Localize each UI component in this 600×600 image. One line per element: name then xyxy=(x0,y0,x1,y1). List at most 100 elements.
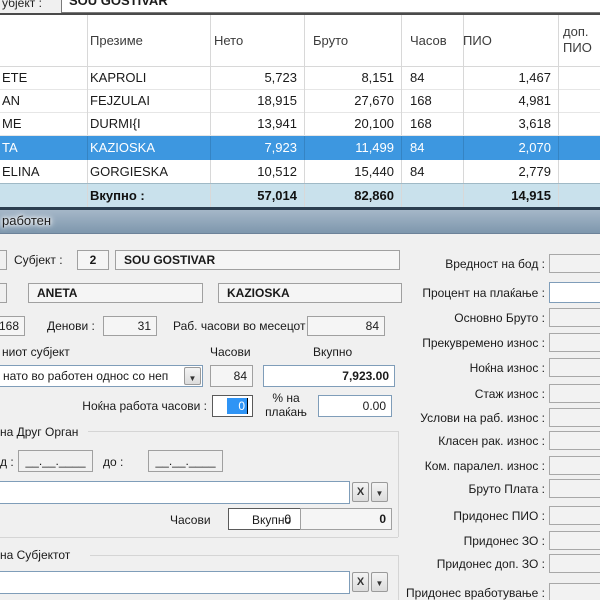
value-field xyxy=(549,506,600,525)
employment-dropdown[interactable]: нато во работен однос со неп xyxy=(0,365,203,387)
cell-surname: DURMI{I xyxy=(85,112,211,135)
field-label: Ноќна износ : xyxy=(360,361,545,375)
cell-bruto: 27,670 xyxy=(305,89,402,112)
cell-neto: 5,723 xyxy=(205,66,305,89)
field-label: Ком. паралел. износ : xyxy=(360,459,545,473)
cell-surname: GORGIESKA xyxy=(85,160,211,183)
field-label: Прекувремено износ : xyxy=(360,336,545,350)
total-pio: 14,915 xyxy=(455,184,559,208)
cell-pio: 4,981 xyxy=(455,89,559,112)
value-field xyxy=(549,479,600,498)
table-row[interactable]: AN FEJZULAI 18,915 27,670 168 4,981 xyxy=(0,89,600,113)
cell-bruto: 15,440 xyxy=(305,160,402,183)
total-header: Вкупно xyxy=(313,345,352,359)
col-pio: ПИО xyxy=(455,15,559,66)
night-hours-label: Ноќна работа часови : xyxy=(40,399,207,413)
value-field xyxy=(549,358,600,377)
to-label: до : xyxy=(103,455,123,469)
payroll-window: убјект : SOU GOSTIVAR Презиме Нето Бруто… xyxy=(0,0,600,600)
field-label: Вредност на бод : xyxy=(360,257,545,271)
cell-pio: 1,467 xyxy=(455,66,559,89)
table-row[interactable]: ME DURMI{I 13,941 20,100 168 3,618 xyxy=(0,112,600,136)
subject-combo[interactable] xyxy=(0,571,350,594)
cell-name: ETE xyxy=(0,66,88,89)
cell-neto: 10,512 xyxy=(205,160,305,183)
selected-text: 0 xyxy=(227,398,248,414)
value-field xyxy=(549,456,600,475)
total-label: Вкупно : xyxy=(85,184,211,208)
value-field xyxy=(549,554,600,573)
hours-header: Часови xyxy=(210,345,251,359)
employment-group-label: ниот субјект xyxy=(2,345,70,359)
value-field xyxy=(549,408,600,427)
cell-dop-pio xyxy=(559,89,600,112)
field-label: Класен рак. износ : xyxy=(360,434,545,448)
work-hours-field: 84 xyxy=(210,365,253,387)
field-label: Придонес доп. ЗО : xyxy=(360,557,545,571)
from-label: д : xyxy=(0,455,14,469)
to-date-input[interactable]: __.__.____ xyxy=(148,450,223,472)
cell-pio: 2,779 xyxy=(455,160,559,183)
from-date-input[interactable]: __.__.____ xyxy=(18,450,93,472)
table-header-row: Презиме Нето Бруто Часов ПИО доп. ПИО xyxy=(0,15,600,67)
days-label: Денови : xyxy=(47,319,95,333)
fund-hours-field: 168 xyxy=(0,316,25,336)
cell-dop-pio xyxy=(559,160,600,183)
cell-name: ELINA xyxy=(0,160,88,183)
cell-name: ME xyxy=(0,112,88,135)
field-label: Придонес ЗО : xyxy=(360,534,545,548)
col-neto: Нето xyxy=(205,15,305,66)
cut-field xyxy=(0,283,7,303)
subject-top-field[interactable]: SOU GOSTIVAR xyxy=(61,0,600,13)
col-surname: Презиме xyxy=(85,15,211,66)
table-row[interactable]: ETE KAPROLI 5,723 8,151 84 1,467 xyxy=(0,66,600,90)
value-field xyxy=(549,531,600,550)
cell-neto: 13,941 xyxy=(205,112,305,135)
employee-table: Презиме Нето Бруто Часов ПИО доп. ПИО ET… xyxy=(0,15,600,207)
other-org-combo[interactable] xyxy=(0,481,350,504)
chevron-down-icon[interactable]: ▼ xyxy=(184,367,201,385)
total-bruto: 82,860 xyxy=(305,184,402,208)
month-hours-label: Раб. часови во месецот : xyxy=(173,319,312,333)
other-org-group-label: на Друг Орган xyxy=(0,425,78,439)
days-field: 31 xyxy=(103,316,157,336)
employee-caption-bar: работен xyxy=(0,210,600,234)
field-label: Придонес ПИО : xyxy=(360,509,545,523)
subject-group-label: на Субјектот xyxy=(0,548,70,562)
cell-bruto: 8,151 xyxy=(305,66,402,89)
total-neto: 57,014 xyxy=(205,184,305,208)
field-label: Процент на плаќање : xyxy=(360,286,545,300)
night-hours-input[interactable]: 0 xyxy=(212,395,253,417)
field-label: Бруто Плата : xyxy=(360,482,545,496)
cell-name: AN xyxy=(0,89,88,112)
cell-name: TA xyxy=(0,136,88,160)
cell-surname: KAZIOSKA xyxy=(85,136,211,160)
value-field[interactable] xyxy=(549,282,600,303)
total2-label: Вкупно xyxy=(252,513,291,527)
field-label: Стаж износ : xyxy=(360,387,545,401)
cell-bruto: 11,499 xyxy=(305,136,402,160)
value-field xyxy=(549,431,600,450)
table-row[interactable]: ELINA GORGIESKA 10,512 15,440 84 2,779 xyxy=(0,160,600,184)
subject-top-label: убјект : xyxy=(2,0,42,10)
pct-label-line1: % на xyxy=(258,391,314,405)
col-dop-pio: доп. ПИО xyxy=(559,15,600,66)
cell-dop-pio xyxy=(559,112,600,135)
table-total-row: Вкупно : 57,014 82,860 14,915 xyxy=(0,183,600,208)
subject-name-field: SOU GOSTIVAR xyxy=(115,250,400,270)
first-name-field: ANETA xyxy=(28,283,203,303)
cell-dop-pio xyxy=(559,136,600,160)
cell-neto: 7,923 xyxy=(205,136,305,160)
field-label: Придонес вработување : xyxy=(360,586,545,600)
value-field xyxy=(549,384,600,403)
field-label: Услови на раб. износ : xyxy=(360,411,545,425)
pct-label-line2: плаќањ xyxy=(258,405,314,419)
table-row-selected[interactable]: TA KAZIOSKA 7,923 11,499 84 2,070 xyxy=(0,136,600,160)
cell-surname: FEJZULAI xyxy=(85,89,211,112)
group-border xyxy=(90,555,398,556)
cell-pio: 2,070 xyxy=(455,136,559,160)
group-border xyxy=(88,431,398,432)
cell-bruto: 20,100 xyxy=(305,112,402,135)
cut-field xyxy=(0,250,7,270)
cell-surname: KAPROLI xyxy=(85,66,211,89)
